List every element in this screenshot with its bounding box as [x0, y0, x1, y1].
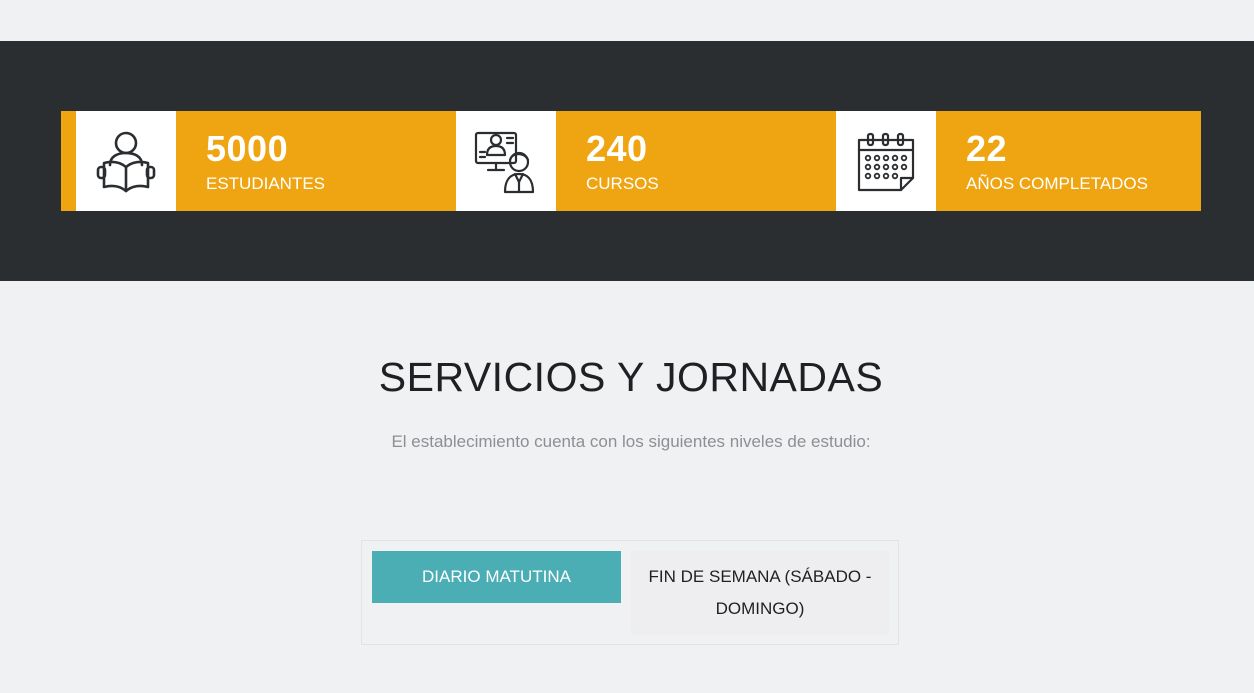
stats-bar: 5000 ESTUDIANTES 240 CURSOS 22 AÑOS COMP…: [61, 111, 1201, 211]
reading-student-icon: [94, 129, 158, 193]
stat-courses: 240 CURSOS: [456, 111, 836, 211]
stat-icon-box: [76, 111, 176, 211]
stat-number: 22: [966, 128, 1008, 169]
stat-years: 22 AÑOS COMPLETADOS: [836, 111, 1201, 211]
stat-icon-box: [456, 111, 556, 211]
teacher-presentation-icon: [473, 128, 539, 194]
tab-diario-matutina[interactable]: DIARIO MATUTINA: [372, 551, 621, 603]
stat-icon-box: [836, 111, 936, 211]
tab-fin-de-semana[interactable]: FIN DE SEMANA (SÁBADO - DOMINGO): [631, 551, 889, 635]
stat-label: ESTUDIANTES: [206, 174, 326, 193]
section-title: SERVICIOS Y JORNADAS: [378, 354, 884, 400]
top-spacer: [0, 0, 1254, 41]
services-section: SERVICIOS Y JORNADAS El establecimiento …: [0, 281, 1254, 693]
stat-students: 5000 ESTUDIANTES: [76, 111, 456, 211]
stat-number: 240: [586, 128, 648, 169]
section-subtitle: El establecimiento cuenta con los siguie…: [391, 432, 871, 451]
stat-label: AÑOS COMPLETADOS: [966, 174, 1148, 193]
stats-band: 5000 ESTUDIANTES 240 CURSOS 22 AÑOS COMP…: [0, 41, 1254, 281]
stat-label: CURSOS: [586, 174, 659, 193]
schedule-tabs: DIARIO MATUTINA FIN DE SEMANA (SÁBADO - …: [361, 540, 899, 645]
stat-number: 5000: [206, 128, 289, 169]
calendar-icon: [855, 130, 917, 192]
